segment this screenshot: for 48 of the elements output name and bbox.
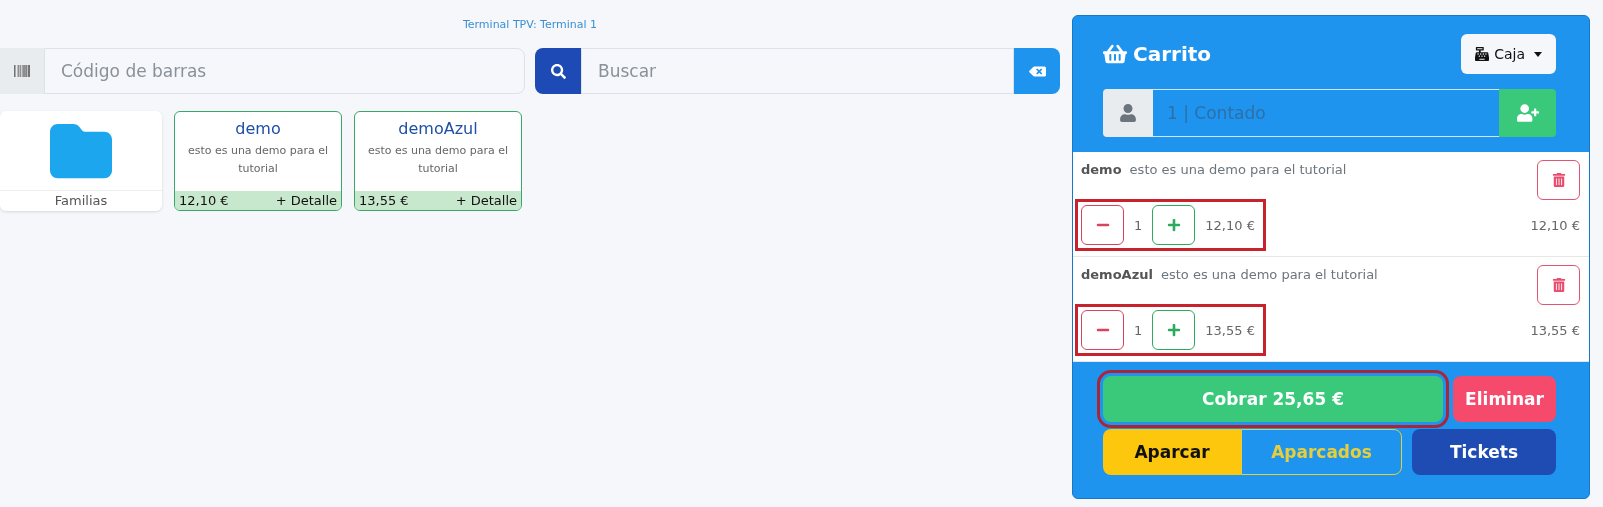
cart-title: Carrito	[1133, 42, 1212, 66]
basket-icon	[1103, 42, 1127, 66]
detail-link[interactable]: + Detalle	[455, 193, 517, 208]
search-button[interactable]	[535, 48, 581, 94]
item-quantity: 1	[1134, 217, 1143, 233]
item-total: 13,55 €	[1530, 322, 1580, 338]
add-user-icon	[1516, 102, 1539, 124]
product-tile[interactable]: demoAzul esto es una demo para el tutorial 13,55 € + Detalle	[354, 111, 522, 211]
register-dropdown[interactable]: Caja	[1461, 34, 1556, 74]
product-tile[interactable]: demo esto es una demo para el tutorial 12,10 € + Detalle	[174, 111, 342, 211]
plus-icon	[1166, 218, 1181, 232]
search-icon	[550, 63, 566, 79]
product-name: demo	[234, 119, 282, 138]
plus-icon	[1166, 323, 1181, 337]
trash-icon	[1551, 173, 1566, 187]
item-text: demo esto es una demo para el tutorial	[1081, 161, 1347, 177]
product-price: 12,10 €	[179, 193, 229, 208]
cash-register-icon	[1475, 47, 1490, 61]
product-price: 13,55 €	[359, 193, 409, 208]
unit-price: 12,10 €	[1205, 217, 1255, 233]
detail-link[interactable]: + Detalle	[275, 193, 337, 208]
item-total: 12,10 €	[1530, 217, 1580, 233]
customer-field[interactable]: 1 | Contado	[1153, 89, 1499, 137]
decrease-button[interactable]	[1081, 205, 1124, 245]
caret-icon	[1534, 51, 1542, 57]
tile-label: Familias	[0, 190, 162, 211]
search-field[interactable]: Buscar	[581, 48, 1014, 94]
terminal-label: Terminal TPV: Terminal 1	[462, 18, 598, 31]
product-description: esto es una demo para el tutorial	[366, 143, 510, 177]
barcode-field[interactable]: Código de barras	[44, 48, 525, 94]
trash-icon	[1551, 278, 1566, 292]
delete-item-button[interactable]	[1537, 160, 1580, 200]
product-description: esto es una demo para el tutorial	[186, 143, 330, 177]
product-name: demoAzul	[397, 119, 479, 138]
user-icon	[1119, 104, 1137, 122]
decrease-button[interactable]	[1081, 310, 1124, 350]
familias-tile[interactable]: Familias	[0, 111, 162, 211]
clear-button[interactable]	[1014, 48, 1060, 94]
increase-button[interactable]	[1152, 205, 1196, 245]
item-text: demoAzul esto es una demo para el tutorial	[1081, 266, 1378, 282]
barcode-icon	[14, 63, 30, 79]
increase-button[interactable]	[1152, 310, 1196, 350]
item-quantity: 1	[1134, 322, 1143, 338]
park-button[interactable]: Aparcar	[1103, 429, 1241, 475]
tickets-button[interactable]: Tickets	[1412, 429, 1556, 475]
delete-item-button[interactable]	[1537, 265, 1580, 305]
unit-price: 13,55 €	[1205, 322, 1255, 338]
add-customer-button[interactable]	[1499, 89, 1556, 137]
